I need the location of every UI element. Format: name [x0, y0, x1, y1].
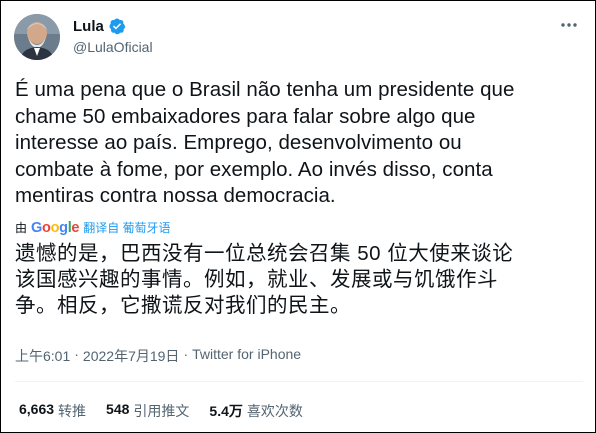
engagement-stats: 6,663 转推 548 引用推文 5.4万 喜欢次数	[19, 401, 303, 421]
likes-count: 5.4万	[209, 403, 243, 419]
avatar[interactable]	[14, 14, 60, 60]
tweet-metadata: 上午6:01 · 2022年7月19日 · Twitter for iPhone	[15, 346, 301, 366]
meta-separator: ·	[74, 346, 79, 362]
quote-tweets-count: 548	[106, 401, 130, 417]
tweet-source[interactable]: Twitter for iPhone	[192, 346, 301, 366]
retweets-label: 转推	[58, 403, 87, 419]
likes-label: 喜欢次数	[246, 403, 303, 419]
quote-tweets-stat[interactable]: 548 引用推文	[106, 401, 189, 421]
meta-separator: ·	[183, 346, 189, 362]
display-name[interactable]: Lula	[73, 18, 104, 35]
tweet-card: Lula @LulaOficial É uma pena que o Brasi…	[0, 0, 596, 433]
tweet-time[interactable]: 上午6:01	[15, 346, 70, 366]
retweets-stat[interactable]: 6,663 转推	[19, 401, 86, 421]
avatar-photo	[14, 14, 60, 60]
translation-attribution: 由 Google 翻译自 葡萄牙语	[15, 219, 171, 236]
verified-badge-icon	[108, 17, 126, 35]
more-options-icon[interactable]	[559, 15, 579, 35]
translated-text: 遗憾的是，巴西没有一位总统会召集 50 位大使来谈论 该国感兴趣的事情。例如，就…	[15, 242, 514, 317]
retweets-count: 6,663	[19, 401, 55, 417]
author-name-row[interactable]: Lula	[73, 17, 126, 35]
quote-tweets-label: 引用推文	[133, 403, 190, 419]
tweet-text: É uma pena que o Brasil não tenha um pre…	[15, 78, 515, 207]
translation-by-label: 由	[15, 221, 28, 235]
translated-from-link[interactable]: 翻译自 葡萄牙语	[83, 219, 170, 236]
author-handle[interactable]: @LulaOficial	[73, 39, 153, 55]
google-logo: Google	[31, 219, 80, 236]
divider	[15, 381, 583, 382]
tweet-date[interactable]: 2022年7月19日	[83, 346, 180, 366]
likes-stat[interactable]: 5.4万 喜欢次数	[209, 401, 302, 421]
